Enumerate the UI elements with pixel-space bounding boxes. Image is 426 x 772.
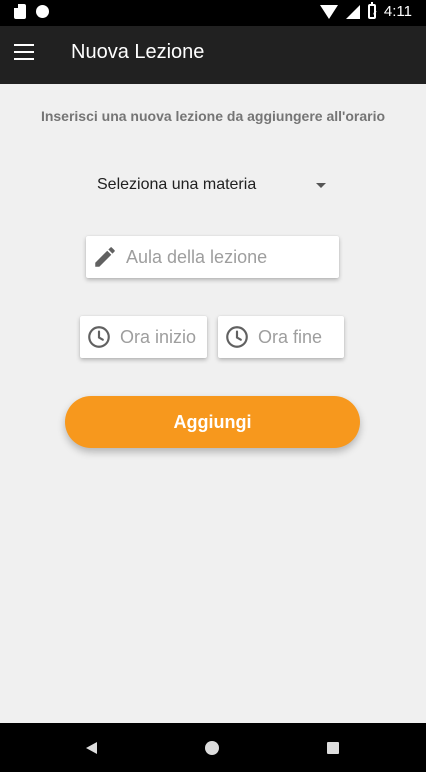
end-time-input[interactable]: [258, 326, 344, 348]
status-time: 4:11: [383, 3, 412, 20]
app-bar: Nuova Lezione: [0, 26, 426, 84]
clock-icon: [224, 324, 250, 350]
signal-icon: [345, 4, 360, 19]
start-time-card: [80, 316, 207, 358]
dropdown-arrow-icon: [316, 182, 326, 188]
back-icon[interactable]: [86, 742, 97, 754]
end-time-card: [218, 316, 344, 358]
sd-card-icon: [14, 4, 26, 19]
room-input[interactable]: [126, 246, 339, 268]
room-field-card: [86, 236, 339, 278]
pencil-icon: [92, 244, 118, 270]
subject-select-value: Seleziona una materia: [97, 176, 257, 193]
menu-icon[interactable]: [14, 44, 34, 60]
navigation-bar: [0, 723, 426, 772]
home-icon[interactable]: [205, 741, 219, 755]
status-bar: 4:11: [0, 0, 426, 26]
add-button[interactable]: Aggiungi: [65, 396, 360, 448]
circle-icon: [36, 5, 49, 18]
subject-select[interactable]: Seleziona una materia: [90, 168, 330, 202]
page-title: Nuova Lezione: [71, 41, 205, 63]
battery-icon: [367, 2, 376, 19]
form-subtitle: Inserisci una nuova lezione da aggiunger…: [40, 108, 386, 124]
wifi-icon: [319, 4, 338, 19]
start-time-input[interactable]: [120, 326, 207, 348]
clock-icon: [86, 324, 112, 350]
recents-icon[interactable]: [327, 742, 339, 754]
